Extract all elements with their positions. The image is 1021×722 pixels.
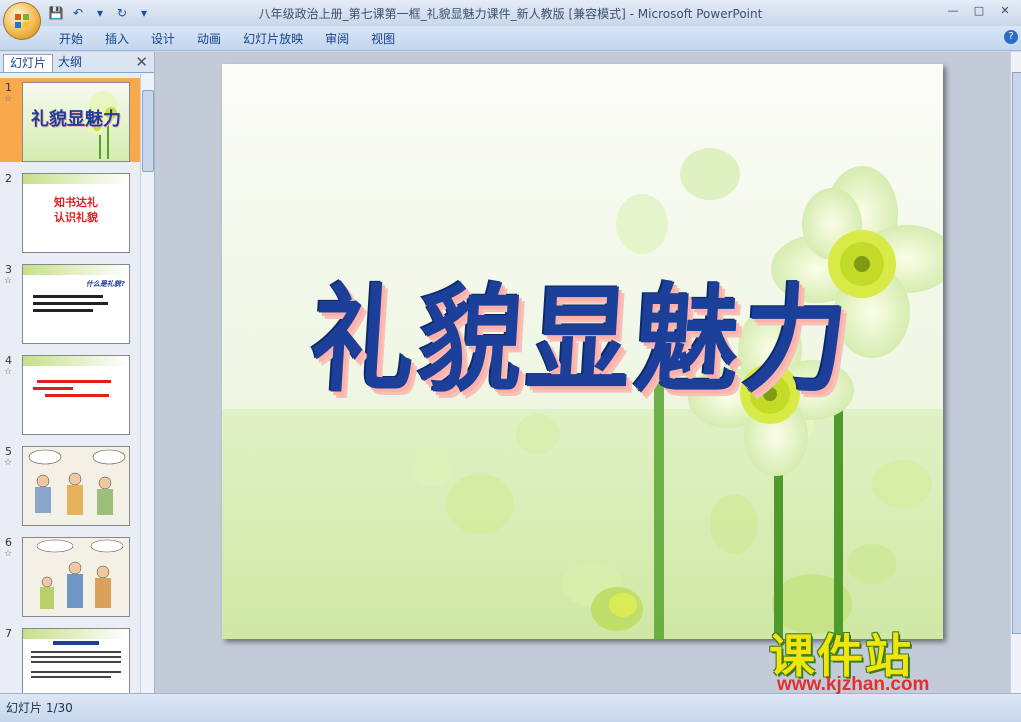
thumbnail-heading: 什么是礼貌? — [85, 280, 125, 288]
thumbnail-scrollbar[interactable] — [140, 74, 154, 693]
text-line — [33, 309, 93, 312]
tab-view[interactable]: 视图 — [360, 30, 406, 48]
thumbnail-row[interactable]: 1 ☆ 礼貌显魅力 — [0, 78, 140, 162]
slide-counter: 幻灯片 1/30 — [6, 701, 73, 715]
text-line — [31, 661, 121, 663]
thumbnail-line1: 知书达礼 — [54, 196, 98, 209]
watermark-url: www.kjzhan.com — [777, 674, 930, 695]
thumbnail-banner — [23, 174, 129, 184]
tab-outline[interactable]: 大纲 — [52, 54, 88, 71]
text-line — [31, 676, 111, 678]
ribbon: 开始 插入 设计 动画 幻灯片放映 审阅 视图 ? — [0, 26, 1021, 51]
text-line — [33, 302, 108, 305]
text-line — [33, 387, 73, 390]
tab-slideshow[interactable]: 幻灯片放映 — [232, 30, 314, 48]
slide-number: 6 — [5, 536, 12, 549]
text-line — [31, 651, 121, 653]
slide-number: 5 — [5, 445, 12, 458]
slide-thumbnail[interactable]: 礼貌显魅力 — [22, 82, 130, 162]
slide-number: 2 — [5, 172, 12, 185]
slide-editor: 礼貌显魅力 — [155, 52, 1010, 693]
slide-canvas[interactable]: 礼貌显魅力 — [222, 64, 943, 639]
thumbnail-row[interactable]: 4 ☆ — [0, 351, 140, 435]
slide-number: 7 — [5, 627, 12, 640]
tab-design[interactable]: 设计 — [140, 30, 186, 48]
window-controls: — □ ✕ — [941, 3, 1017, 19]
office-logo-icon — [15, 14, 29, 28]
text-line — [45, 394, 109, 397]
animation-star-icon: ☆ — [4, 458, 13, 468]
panel-tabs: 幻灯片 大纲 ✕ — [0, 52, 154, 73]
thumbnail-row[interactable]: 5 ☆ — [0, 442, 140, 526]
thumbnail-row[interactable]: 6 ☆ — [0, 533, 140, 617]
thumbnail-banner — [23, 356, 129, 366]
maximize-icon[interactable]: □ — [967, 3, 991, 19]
tab-animations[interactable]: 动画 — [186, 30, 232, 48]
animation-star-icon: ☆ — [4, 549, 13, 559]
slide-thumbnail[interactable] — [22, 628, 130, 693]
thumbnail-list: 1 ☆ 礼貌显魅力 2 知书达礼 认识礼貌 3 ☆ 什么是礼貌? 4 ☆ 5 ☆… — [0, 74, 140, 693]
cartoon-illustration — [36, 539, 124, 609]
thumbnail-title: 礼貌显魅力 — [31, 109, 121, 130]
scrollbar-thumb[interactable] — [1012, 72, 1021, 634]
help-icon[interactable]: ? — [1004, 30, 1018, 44]
text-line — [31, 671, 121, 673]
slide-number: 3 — [5, 263, 12, 276]
text-line — [37, 380, 111, 383]
slide-thumbnail[interactable] — [22, 537, 130, 617]
office-button[interactable] — [3, 2, 41, 40]
close-icon[interactable]: ✕ — [993, 3, 1017, 19]
animation-star-icon: ☆ — [4, 367, 13, 377]
editor-scrollbar[interactable] — [1010, 52, 1021, 693]
slide-thumbnail[interactable] — [22, 355, 130, 435]
slide-title[interactable]: 礼貌显魅力 — [257, 245, 908, 414]
slide-thumbnail[interactable]: 知书达礼 认识礼貌 — [22, 173, 130, 253]
slide-thumbnail[interactable] — [22, 446, 130, 526]
watermark: 课件站 www.kjzhan.com — [769, 620, 999, 700]
minimize-icon[interactable]: — — [941, 3, 965, 19]
thumbnail-row[interactable]: 2 知书达礼 认识礼貌 — [0, 169, 140, 253]
thumbnail-banner — [23, 265, 129, 275]
text-line — [33, 295, 103, 298]
close-panel-icon[interactable]: ✕ — [135, 53, 148, 71]
thumbnail-banner — [23, 629, 129, 639]
animation-star-icon: ☆ — [4, 94, 13, 104]
window-title: 八年级政治上册_第七课第一框_礼貌显魅力课件_新人教版 [兼容模式] - Mic… — [258, 7, 763, 21]
tab-home[interactable]: 开始 — [48, 30, 94, 48]
thumbnail-row[interactable]: 7 — [0, 624, 140, 693]
thumbnail-line2: 认识礼貌 — [54, 211, 98, 224]
title-bar: 💾 ↶ ▾ ↻ ▾ 八年级政治上册_第七课第一框_礼貌显魅力课件_新人教版 [兼… — [0, 0, 1021, 26]
slide-thumbnail[interactable]: 什么是礼貌? — [22, 264, 130, 344]
cartoon-illustration — [28, 449, 126, 515]
ribbon-tabs: 开始 插入 设计 动画 幻灯片放映 审阅 视图 — [48, 30, 406, 48]
slide-number: 4 — [5, 354, 12, 367]
tab-review[interactable]: 审阅 — [314, 30, 360, 48]
tab-insert[interactable]: 插入 — [94, 30, 140, 48]
scrollbar-thumb[interactable] — [142, 90, 154, 172]
animation-star-icon: ☆ — [4, 276, 13, 286]
slide-number: 1 — [5, 81, 12, 94]
text-line — [53, 641, 99, 645]
tab-slides[interactable]: 幻灯片 — [3, 54, 54, 72]
text-line — [31, 656, 121, 658]
slides-panel: 幻灯片 大纲 ✕ 1 ☆ 礼貌显魅力 2 知书达礼 认识礼貌 3 ☆ 什么是礼貌… — [0, 52, 155, 693]
thumbnail-row[interactable]: 3 ☆ 什么是礼貌? — [0, 260, 140, 344]
